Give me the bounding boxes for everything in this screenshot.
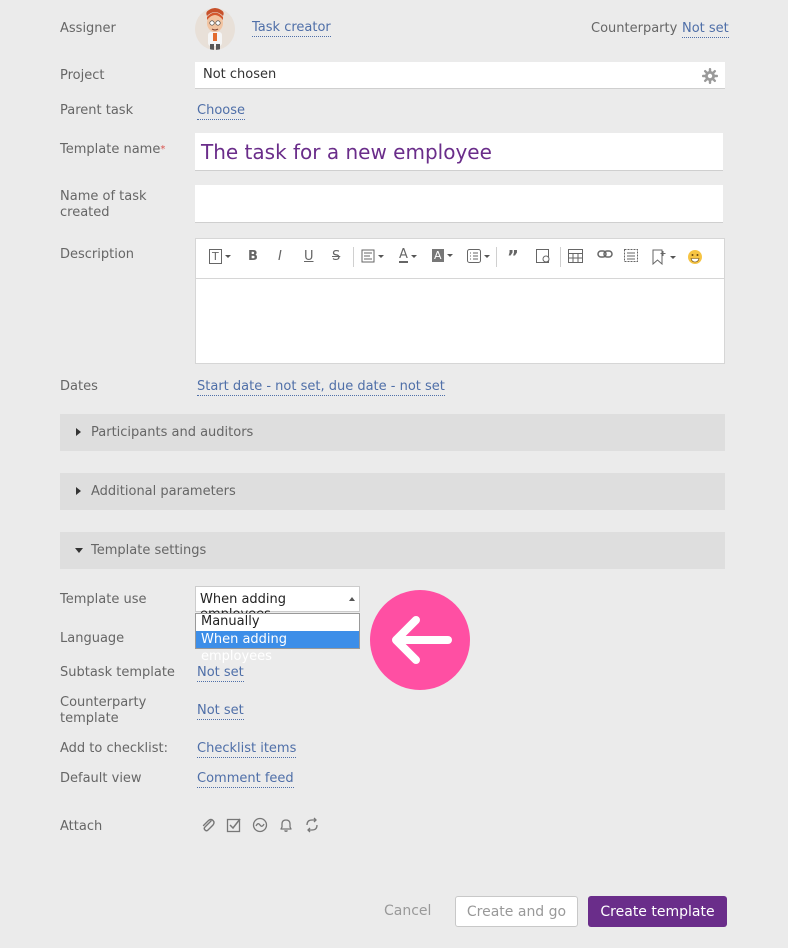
attach-label: Attach [60,819,103,834]
section-additional[interactable]: Additional parameters [60,473,725,510]
section-template-settings[interactable]: Template settings [60,532,725,569]
option-when-adding-employees[interactable]: When adding employees [196,631,359,664]
parent-task-label: Parent task [60,103,134,118]
counterparty-link[interactable]: Not set [682,21,729,38]
description-editor: T B I U S A A ” [195,238,725,364]
arrow-left-icon [370,590,470,690]
quote-icon[interactable]: ” [507,247,519,268]
link-icon[interactable] [597,249,613,259]
language-label: Language [60,631,125,646]
checklist-link[interactable]: Checklist items [197,741,297,758]
create-template-button[interactable]: Create template [588,896,727,927]
emoji-icon[interactable] [687,249,703,265]
checklist-label: Add to checklist: [60,741,169,756]
section-additional-title: Additional parameters [91,484,236,499]
background-color-icon[interactable]: A [432,249,453,262]
toolbar-divider [496,247,497,267]
toolbar-divider [353,247,354,267]
expand-icon [76,428,81,436]
align-icon[interactable] [361,249,384,263]
underline-icon[interactable]: U [304,249,314,264]
task-name-label: Name of task created [60,189,147,220]
wave-icon[interactable] [252,817,268,833]
project-field[interactable]: Not chosen [195,62,725,89]
chevron-up-icon [349,597,355,601]
project-label: Project [60,68,105,83]
dates-label: Dates [60,379,98,394]
collapse-icon [75,548,83,553]
template-use-select[interactable]: When adding employees [195,586,360,622]
template-name-label: Template name* [60,142,166,157]
editor-toolbar: T B I U S A A ” [196,239,724,279]
text-color-icon[interactable]: A [399,248,417,263]
default-view-link[interactable]: Comment feed [197,771,294,788]
italic-icon[interactable]: I [278,249,282,264]
strikethrough-icon[interactable]: S [332,249,340,264]
subtask-template-link[interactable]: Not set [197,665,244,682]
table-icon[interactable] [568,249,583,263]
template-use-dropdown: Manually When adding employees [195,613,360,664]
task-name-input[interactable] [195,185,723,223]
bell-icon[interactable] [278,817,294,833]
project-value: Not chosen [203,67,277,82]
checkbox-icon[interactable] [226,817,242,833]
gear-icon[interactable] [701,67,719,89]
bold-icon[interactable]: B [248,249,258,264]
template-name-value: The task for a new employee [201,140,492,164]
subtask-template-label: Subtask template [60,665,175,680]
code-icon[interactable] [536,249,551,264]
dates-link[interactable]: Start date - not set, due date - not set [197,379,445,396]
toolbar-divider [560,247,561,267]
option-manually[interactable]: Manually [196,614,359,631]
bookmark-icon[interactable] [651,249,676,265]
description-label: Description [60,247,135,262]
section-template-settings-title: Template settings [91,543,207,558]
counterparty-label: Counterparty [591,21,678,36]
template-name-input[interactable]: The task for a new employee [195,133,723,171]
repeat-icon[interactable] [304,817,320,833]
required-mark: * [160,144,166,155]
assigner-link[interactable]: Task creator [252,20,331,37]
text-format-icon[interactable]: T [209,249,231,264]
default-view-label: Default view [60,771,142,786]
paperclip-icon[interactable] [200,817,216,833]
media-icon[interactable] [624,249,640,264]
section-participants[interactable]: Participants and auditors [60,414,725,451]
template-use-label: Template use [60,592,147,607]
counterparty-template-link[interactable]: Not set [197,703,244,720]
list-icon[interactable] [467,249,490,263]
expand-icon [76,487,81,495]
cancel-button[interactable]: Cancel [384,903,431,919]
create-and-go-button[interactable]: Create and go [455,896,578,927]
section-participants-title: Participants and auditors [91,425,254,440]
counterparty-template-label: Counterparty template [60,695,147,726]
assigner-label: Assigner [60,21,116,36]
avatar[interactable] [195,8,235,50]
parent-task-link[interactable]: Choose [197,103,245,120]
